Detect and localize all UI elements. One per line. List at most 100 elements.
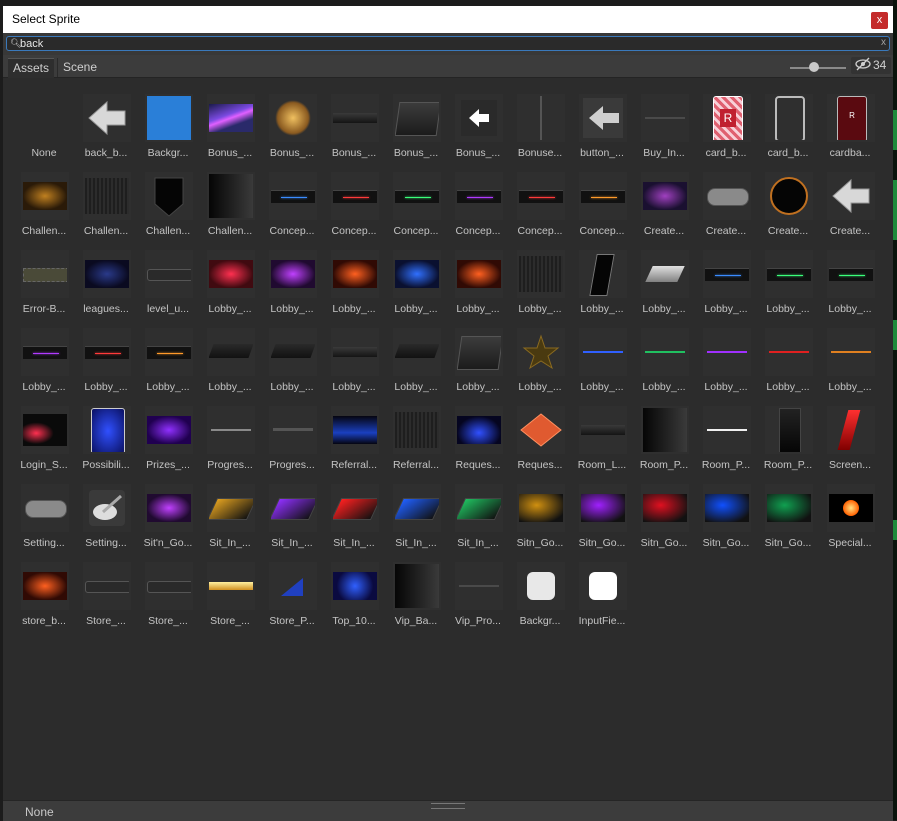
asset-item[interactable]: Concep...	[385, 164, 447, 242]
asset-item[interactable]: Concep...	[261, 164, 323, 242]
asset-item[interactable]: Setting...	[13, 476, 75, 554]
asset-item[interactable]: Lobby_...	[819, 320, 881, 398]
title-bar[interactable]: Select Sprite x	[3, 6, 893, 33]
asset-item[interactable]: Lobby_...	[695, 320, 757, 398]
asset-item[interactable]: Progres...	[199, 398, 261, 476]
hidden-packages-toggle[interactable]: 34	[851, 57, 891, 74]
search-box[interactable]: 🔍︎ x	[6, 36, 890, 51]
asset-item[interactable]: Setting...	[75, 476, 137, 554]
asset-item[interactable]: Lobby_...	[509, 320, 571, 398]
asset-item[interactable]: Lobby_...	[633, 320, 695, 398]
asset-item[interactable]: Rcard_b...	[695, 86, 757, 164]
asset-item[interactable]: Bonuse...	[509, 86, 571, 164]
asset-item[interactable]: Challen...	[13, 164, 75, 242]
asset-item[interactable]: back_b...	[75, 86, 137, 164]
asset-item[interactable]: Sitn_Go...	[633, 476, 695, 554]
asset-item[interactable]: Lobby_...	[199, 242, 261, 320]
asset-item[interactable]: Concep...	[509, 164, 571, 242]
asset-item[interactable]: Lobby_...	[261, 320, 323, 398]
asset-item[interactable]: Lobby_...	[695, 242, 757, 320]
asset-item[interactable]: Reques...	[447, 398, 509, 476]
asset-item[interactable]: leagues...	[75, 242, 137, 320]
asset-item[interactable]: Lobby_...	[385, 320, 447, 398]
asset-item[interactable]: Referral...	[323, 398, 385, 476]
asset-item[interactable]: Sit_In_...	[385, 476, 447, 554]
asset-item[interactable]: Error-B...	[13, 242, 75, 320]
tab-assets[interactable]: Assets	[8, 58, 55, 78]
asset-item[interactable]: store_b...	[13, 554, 75, 632]
zoom-slider-handle[interactable]	[809, 62, 819, 72]
asset-item[interactable]: Buy_In...	[633, 86, 695, 164]
asset-item[interactable]: Sitn_Go...	[509, 476, 571, 554]
tab-scene[interactable]: Scene	[57, 58, 102, 77]
asset-item[interactable]: Vip_Ba...	[385, 554, 447, 632]
asset-item[interactable]: Create...	[695, 164, 757, 242]
asset-item[interactable]: Room_P...	[695, 398, 757, 476]
asset-item[interactable]: Special...	[819, 476, 881, 554]
asset-item[interactable]: Lobby_...	[261, 242, 323, 320]
asset-item[interactable]: Lobby_...	[199, 320, 261, 398]
asset-item[interactable]: Progres...	[261, 398, 323, 476]
asset-item[interactable]: Store_...	[137, 554, 199, 632]
asset-item[interactable]: Create...	[757, 164, 819, 242]
asset-item[interactable]: card_b...	[757, 86, 819, 164]
asset-item[interactable]: Challen...	[75, 164, 137, 242]
resize-grip[interactable]	[431, 803, 465, 809]
asset-item[interactable]: Room_L...	[571, 398, 633, 476]
asset-item[interactable]: Store_...	[75, 554, 137, 632]
asset-item[interactable]: Bonus_...	[447, 86, 509, 164]
asset-item[interactable]: Lobby_...	[447, 320, 509, 398]
asset-item[interactable]: Challen...	[137, 164, 199, 242]
clear-search-button[interactable]: x	[881, 37, 886, 48]
asset-item[interactable]: Prizes_...	[137, 398, 199, 476]
asset-item[interactable]: Bonus_...	[323, 86, 385, 164]
asset-item[interactable]: Sitn_Go...	[571, 476, 633, 554]
search-input[interactable]	[20, 37, 870, 50]
asset-item[interactable]: Lobby_...	[571, 320, 633, 398]
asset-item[interactable]: Lobby_...	[323, 242, 385, 320]
asset-item[interactable]: Rcardba...	[819, 86, 881, 164]
asset-item[interactable]: Lobby_...	[819, 242, 881, 320]
asset-item[interactable]: Lobby_...	[633, 242, 695, 320]
asset-item[interactable]: Sit_In_...	[447, 476, 509, 554]
asset-item[interactable]: Lobby_...	[757, 320, 819, 398]
asset-item[interactable]: Login_S...	[13, 398, 75, 476]
asset-item[interactable]: Backgr...	[509, 554, 571, 632]
asset-item[interactable]: level_u...	[137, 242, 199, 320]
asset-item[interactable]: Bonus_...	[261, 86, 323, 164]
asset-item[interactable]: Challen...	[199, 164, 261, 242]
asset-item[interactable]: Create...	[633, 164, 695, 242]
asset-item[interactable]: Screen...	[819, 398, 881, 476]
asset-item[interactable]: Room_P...	[757, 398, 819, 476]
asset-item[interactable]: Lobby_...	[757, 242, 819, 320]
asset-item[interactable]: Lobby_...	[447, 242, 509, 320]
asset-item[interactable]: Lobby_...	[75, 320, 137, 398]
asset-item[interactable]: Concep...	[447, 164, 509, 242]
asset-item[interactable]: button_...	[571, 86, 633, 164]
asset-item[interactable]: Lobby_...	[323, 320, 385, 398]
asset-item[interactable]: Concep...	[323, 164, 385, 242]
asset-item[interactable]: Possibili...	[75, 398, 137, 476]
asset-item[interactable]: Lobby_...	[385, 242, 447, 320]
asset-item[interactable]: Bonus_...	[385, 86, 447, 164]
asset-item[interactable]: Reques...	[509, 398, 571, 476]
asset-item[interactable]: Lobby_...	[509, 242, 571, 320]
asset-item[interactable]: Referral...	[385, 398, 447, 476]
asset-item[interactable]: None	[13, 86, 75, 164]
asset-item[interactable]: Top_10...	[323, 554, 385, 632]
asset-item[interactable]: Concep...	[571, 164, 633, 242]
asset-item[interactable]: Store_P...	[261, 554, 323, 632]
asset-item[interactable]: Sit'n_Go...	[137, 476, 199, 554]
asset-item[interactable]: Backgr...	[137, 86, 199, 164]
asset-item[interactable]: Sit_In_...	[261, 476, 323, 554]
asset-item[interactable]: Sitn_Go...	[757, 476, 819, 554]
asset-item[interactable]: Sit_In_...	[199, 476, 261, 554]
asset-item[interactable]: Lobby_...	[13, 320, 75, 398]
asset-item[interactable]: Sitn_Go...	[695, 476, 757, 554]
asset-item[interactable]: Store_...	[199, 554, 261, 632]
close-button[interactable]: x	[871, 12, 888, 29]
asset-item[interactable]: Create...	[819, 164, 881, 242]
asset-item[interactable]: InputFie...	[571, 554, 633, 632]
asset-item[interactable]: Vip_Pro...	[447, 554, 509, 632]
asset-item[interactable]: Lobby_...	[137, 320, 199, 398]
